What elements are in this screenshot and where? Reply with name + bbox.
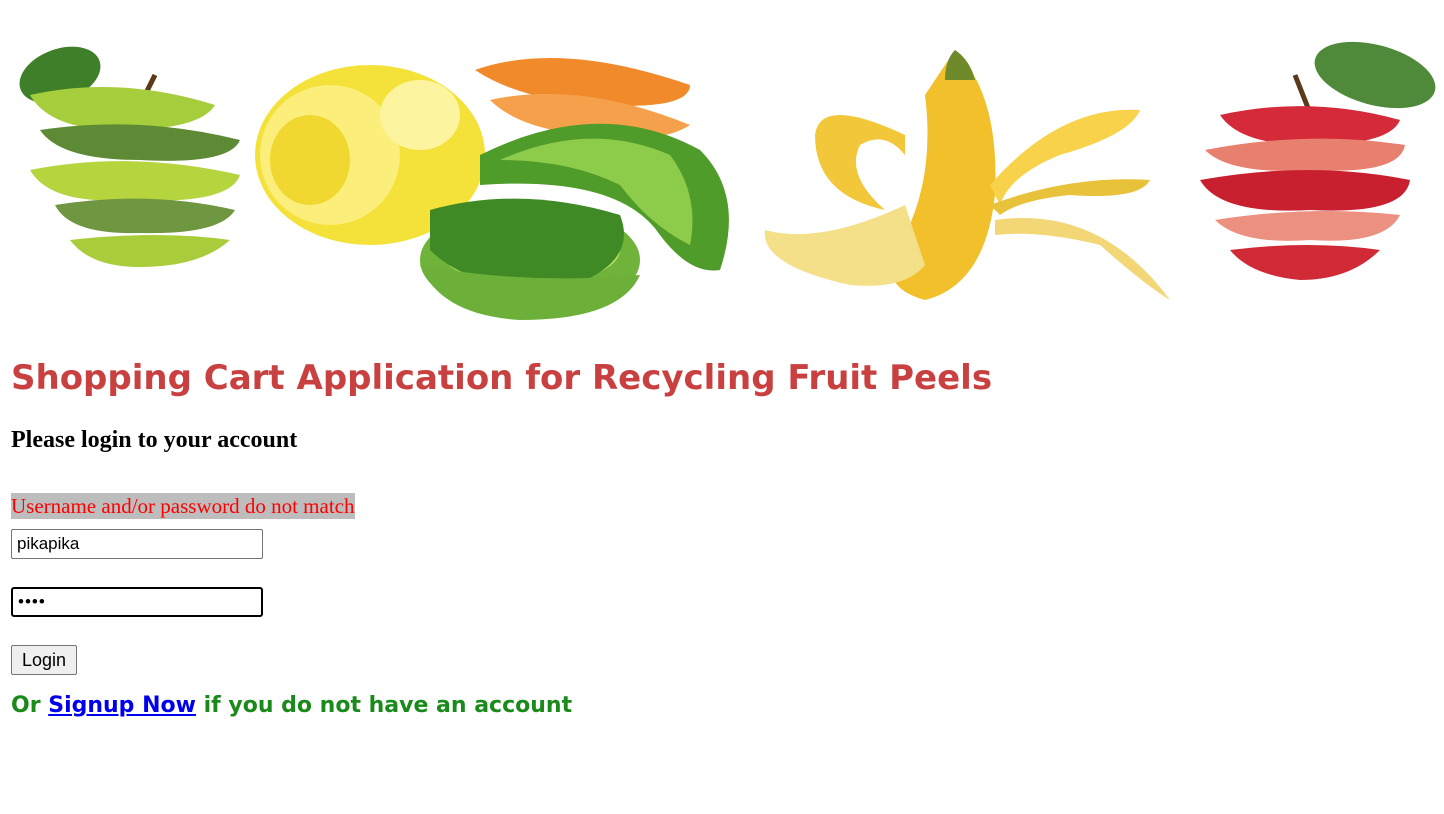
login-subtitle: Please login to your account (11, 427, 298, 453)
red-apple-peel-icon (1200, 41, 1436, 280)
page-title: Shopping Cart Application for Recycling … (11, 358, 993, 398)
login-button[interactable]: Login (11, 645, 78, 675)
signup-link[interactable]: Signup Now (48, 693, 196, 718)
green-apple-peel-icon (19, 46, 240, 267)
username-input[interactable] (11, 529, 263, 559)
signup-suffix: if you do not have an account (195, 693, 573, 718)
banana-peel-icon (764, 50, 1170, 300)
login-error-message: Username and/or password do not match (11, 493, 355, 519)
fruit-peels-banner (0, 35, 1444, 325)
signup-prompt: Or Signup Now if you do not have an acco… (11, 690, 572, 722)
password-input[interactable] (11, 587, 263, 617)
signup-prefix: Or (11, 693, 49, 718)
